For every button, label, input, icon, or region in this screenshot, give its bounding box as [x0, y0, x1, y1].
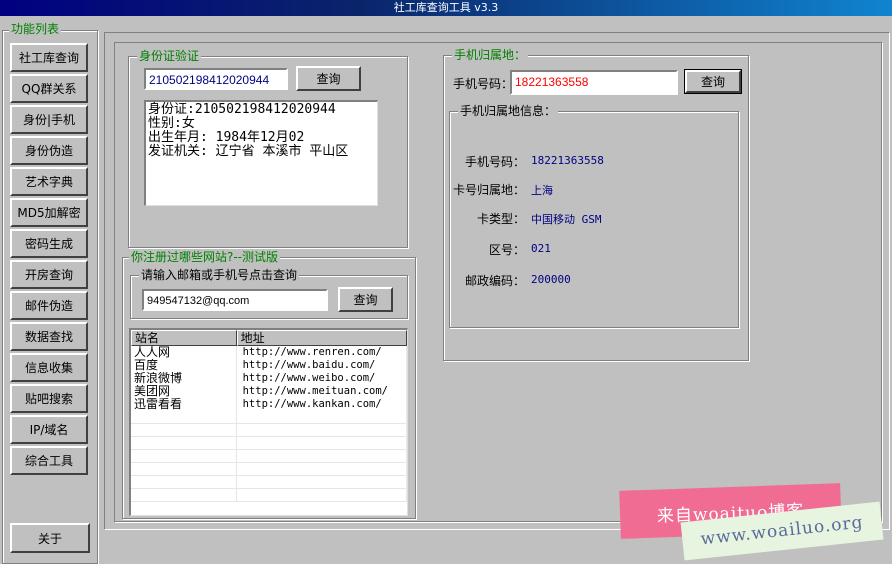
sidebar-item-12[interactable]: 贴吧搜索	[10, 384, 88, 413]
window-title: 社工库查询工具 v3.3	[393, 1, 499, 14]
site-address-cell: http://www.baidu.com/	[237, 359, 407, 372]
title-bar: 社工库查询工具 v3.3	[0, 0, 892, 16]
site-name-cell	[131, 489, 237, 501]
sidebar-item-7[interactable]: 密码生成	[10, 229, 88, 258]
phone-number-label: 手机号码：	[453, 77, 514, 91]
site-list-header: 站名 地址	[131, 330, 407, 346]
id-check-legend: 身份证验证	[137, 49, 202, 63]
phone-info-label: 卡号归属地：	[452, 183, 525, 197]
site-address-cell	[237, 489, 407, 501]
site-name-cell: 新浪微博	[131, 372, 237, 385]
phone-info-value: 200000	[531, 273, 571, 286]
site-address-cell	[237, 450, 407, 462]
phone-info-label: 手机号码：	[464, 155, 525, 169]
site-name-cell	[131, 463, 237, 475]
table-row[interactable]	[131, 489, 407, 502]
site-reg-sub-legend: 请输入邮箱或手机号点击查询	[139, 268, 300, 282]
sidebar-item-3[interactable]: 身份|手机	[10, 105, 88, 134]
table-row[interactable]	[131, 437, 407, 450]
site-name-cell	[131, 450, 237, 462]
sidebar-item-13[interactable]: IP/域名	[10, 415, 88, 444]
sidebar-item-14[interactable]: 综合工具	[10, 446, 88, 475]
id-result-text[interactable]: 身份证:210502198412020944 性别:女 出生年月: 1984年1…	[144, 100, 378, 206]
phone-info-value: 上海	[531, 184, 553, 197]
site-address-cell	[237, 476, 407, 488]
site-address-cell: http://www.renren.com/	[237, 346, 407, 359]
sidebar-item-6[interactable]: MD5加解密	[10, 198, 88, 227]
table-row[interactable]	[131, 463, 407, 476]
table-row[interactable]: 迅雷看看 http://www.kankan.com/	[131, 398, 407, 411]
about-button[interactable]: 关于	[10, 523, 90, 553]
id-result-line: 性别:女	[148, 116, 195, 131]
site-name-cell	[131, 437, 237, 449]
table-row[interactable]: 人人网 http://www.renren.com/	[131, 346, 407, 359]
sidebar-title: 功能列表	[9, 22, 62, 36]
table-row[interactable]	[131, 411, 407, 424]
site-name-cell: 人人网	[131, 346, 237, 359]
site-name-cell: 百度	[131, 359, 237, 372]
sidebar-item-9[interactable]: 邮件伪造	[10, 291, 88, 320]
site-address-cell	[237, 411, 407, 423]
table-row[interactable]	[131, 450, 407, 463]
site-address-cell	[237, 463, 407, 475]
phone-number-input[interactable]: 18221363558	[510, 70, 678, 95]
sidebar-item-1[interactable]: 社工库查询	[10, 43, 88, 72]
phone-info-legend: 手机归属地信息：	[458, 104, 559, 118]
site-address-cell: http://www.meituan.com/	[237, 385, 407, 398]
phone-legend: 手机归属地：	[452, 48, 529, 62]
table-row[interactable]	[131, 424, 407, 437]
sidebar-item-8[interactable]: 开房查询	[10, 260, 88, 289]
site-address-cell: http://www.weibo.com/	[237, 372, 407, 385]
site-address-cell: http://www.kankan.com/	[237, 398, 407, 411]
phone-info-value: 021	[531, 242, 551, 255]
table-row[interactable]: 美团网 http://www.meituan.com/	[131, 385, 407, 398]
site-name-cell: 迅雷看看	[131, 398, 237, 411]
site-name-cell	[131, 411, 237, 423]
sidebar-item-11[interactable]: 信息收集	[10, 353, 88, 382]
table-row[interactable]: 百度 http://www.baidu.com/	[131, 359, 407, 372]
site-query-button[interactable]: 查询	[338, 287, 393, 312]
id-query-button[interactable]: 查询	[296, 66, 361, 91]
id-result-line: 出生年月: 1984年12月02	[148, 130, 305, 145]
site-name-cell	[131, 424, 237, 436]
phone-info-label: 邮政编码：	[464, 274, 525, 288]
phone-query-button[interactable]: 查询	[684, 69, 742, 94]
id-number-input[interactable]: 210502198412020944	[144, 68, 288, 90]
sidebar-item-10[interactable]: 数据查找	[10, 322, 88, 351]
phone-info-value: 18221363558	[531, 154, 604, 167]
phone-info-label: 卡类型：	[476, 212, 525, 226]
column-header-site-name[interactable]: 站名	[131, 330, 237, 346]
id-result-line: 发证机关: 辽宁省 本溪市 平山区	[148, 144, 349, 159]
site-name-cell: 美团网	[131, 385, 237, 398]
table-row[interactable]: 新浪微博 http://www.weibo.com/	[131, 372, 407, 385]
site-address-cell	[237, 437, 407, 449]
phone-info-value: 中国移动 GSM	[531, 213, 602, 226]
site-name-cell	[131, 476, 237, 488]
email-phone-input[interactable]: 949547132@qq.com	[142, 289, 328, 311]
sidebar-item-5[interactable]: 艺术字典	[10, 167, 88, 196]
column-header-address[interactable]: 地址	[236, 330, 407, 346]
id-result-line: 身份证:210502198412020944	[148, 102, 336, 117]
phone-info-label: 区号：	[488, 243, 525, 257]
site-address-cell	[237, 424, 407, 436]
sidebar-item-2[interactable]: QQ群关系	[10, 74, 88, 103]
table-row[interactable]	[131, 476, 407, 489]
site-list[interactable]: 站名 地址 人人网 http://www.renren.com/百度 http://…	[129, 328, 408, 516]
sidebar-item-4[interactable]: 身份伪造	[10, 136, 88, 165]
site-reg-legend: 你注册过哪些网站?--测试版	[129, 250, 281, 264]
